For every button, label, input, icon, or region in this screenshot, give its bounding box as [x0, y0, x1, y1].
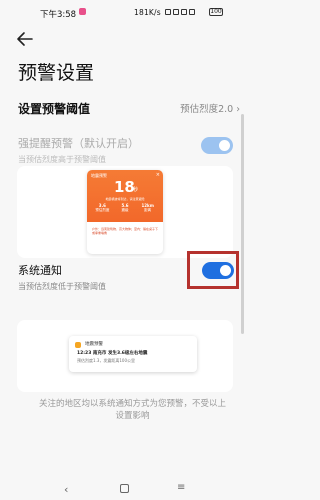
status-time: 下午3:58	[40, 10, 77, 20]
alert-stats: 3.6 预估烈度 5.6 震级 12km 距离	[91, 203, 159, 213]
strong-alert-toggle	[201, 137, 233, 154]
scrollbar[interactable]	[241, 114, 244, 334]
system-notification-title: 系统通知	[18, 264, 62, 277]
notification-preview-card: 地震预警 12:23 南充市 发生3.6级左右地震 预估烈度1.3，发震距离10…	[17, 320, 233, 392]
stat-item: 3.6 预估烈度	[95, 203, 110, 212]
notification-line1: 12:23 南充市 发生3.6级左右地震	[77, 351, 148, 356]
wifi-icon	[189, 9, 195, 15]
back-arrow-icon	[17, 32, 33, 46]
strong-alert-subtitle: 当预估烈度高于预警阈值	[18, 155, 106, 164]
chevron-left-icon[interactable]: ‹	[64, 483, 68, 496]
alert-popup-preview: 地震预警 × 18 秒 地震横波将到达，请注意避险 3.6 预估烈度 5.6 震级 …	[87, 170, 163, 254]
close-icon: ×	[155, 172, 160, 178]
highlight-box	[187, 251, 239, 289]
countdown-number: 18	[114, 178, 135, 196]
app-badge-icon	[79, 8, 86, 15]
stat-item: 5.6 震级	[121, 203, 129, 212]
battery-icon: 100	[209, 8, 223, 16]
alarm-icon	[165, 9, 171, 15]
signal-icon	[173, 9, 179, 15]
status-icons	[165, 9, 195, 15]
system-notification-row: 系统通知 当预估烈度低于预警阈值	[18, 262, 198, 292]
notification-app-name: 地震预警	[85, 342, 103, 347]
footer-note: 关注的地区均以系统通知方式为您预警，不受以上设置影响	[38, 399, 226, 421]
back-button[interactable]	[14, 28, 36, 50]
signal-icon	[181, 9, 187, 15]
threshold-setting-row[interactable]: 设置预警阈值 预估烈度2.0 ›	[18, 100, 240, 116]
navigation-bar: ‹ ≡	[0, 480, 250, 500]
stat-item: 12km 距离	[141, 203, 154, 212]
notification-line2: 预估烈度1.3，发震距离100公里	[77, 358, 135, 363]
square-icon[interactable]	[120, 484, 129, 493]
menu-icon[interactable]: ≡	[177, 482, 185, 493]
page-title: 预警设置	[18, 62, 95, 84]
alert-preview-card: 地震预警 × 18 秒 地震横波将到达，请注意避险 3.6 预估烈度 5.6 震级 …	[17, 166, 233, 258]
notification-banner-preview: 地震预警 12:23 南充市 发生3.6级左右地震 预估烈度1.3，发震距离10…	[69, 336, 197, 372]
app-icon	[75, 342, 81, 348]
status-bar: 下午3:58 181K/s 100	[0, 0, 250, 24]
countdown-unit: 秒	[133, 187, 139, 193]
alert-footer-text: 户外：远离建筑物、高大物体；室内：躲在桌子下或承重墙角	[92, 227, 159, 235]
alert-title: 地震预警	[91, 173, 107, 178]
toggle-knob	[219, 140, 230, 151]
threshold-value[interactable]: 预估烈度2.0 ›	[180, 101, 240, 115]
network-speed: 181K/s	[134, 8, 161, 17]
alert-header: 地震预警 × 18 秒 地震横波将到达，请注意避险 3.6 预估烈度 5.6 震级 …	[87, 170, 163, 222]
alert-description: 地震横波将到达，请注意避险	[105, 197, 145, 201]
threshold-label: 设置预警阈值	[18, 102, 91, 116]
system-notification-subtitle: 当预估烈度低于预警阈值	[18, 282, 106, 291]
